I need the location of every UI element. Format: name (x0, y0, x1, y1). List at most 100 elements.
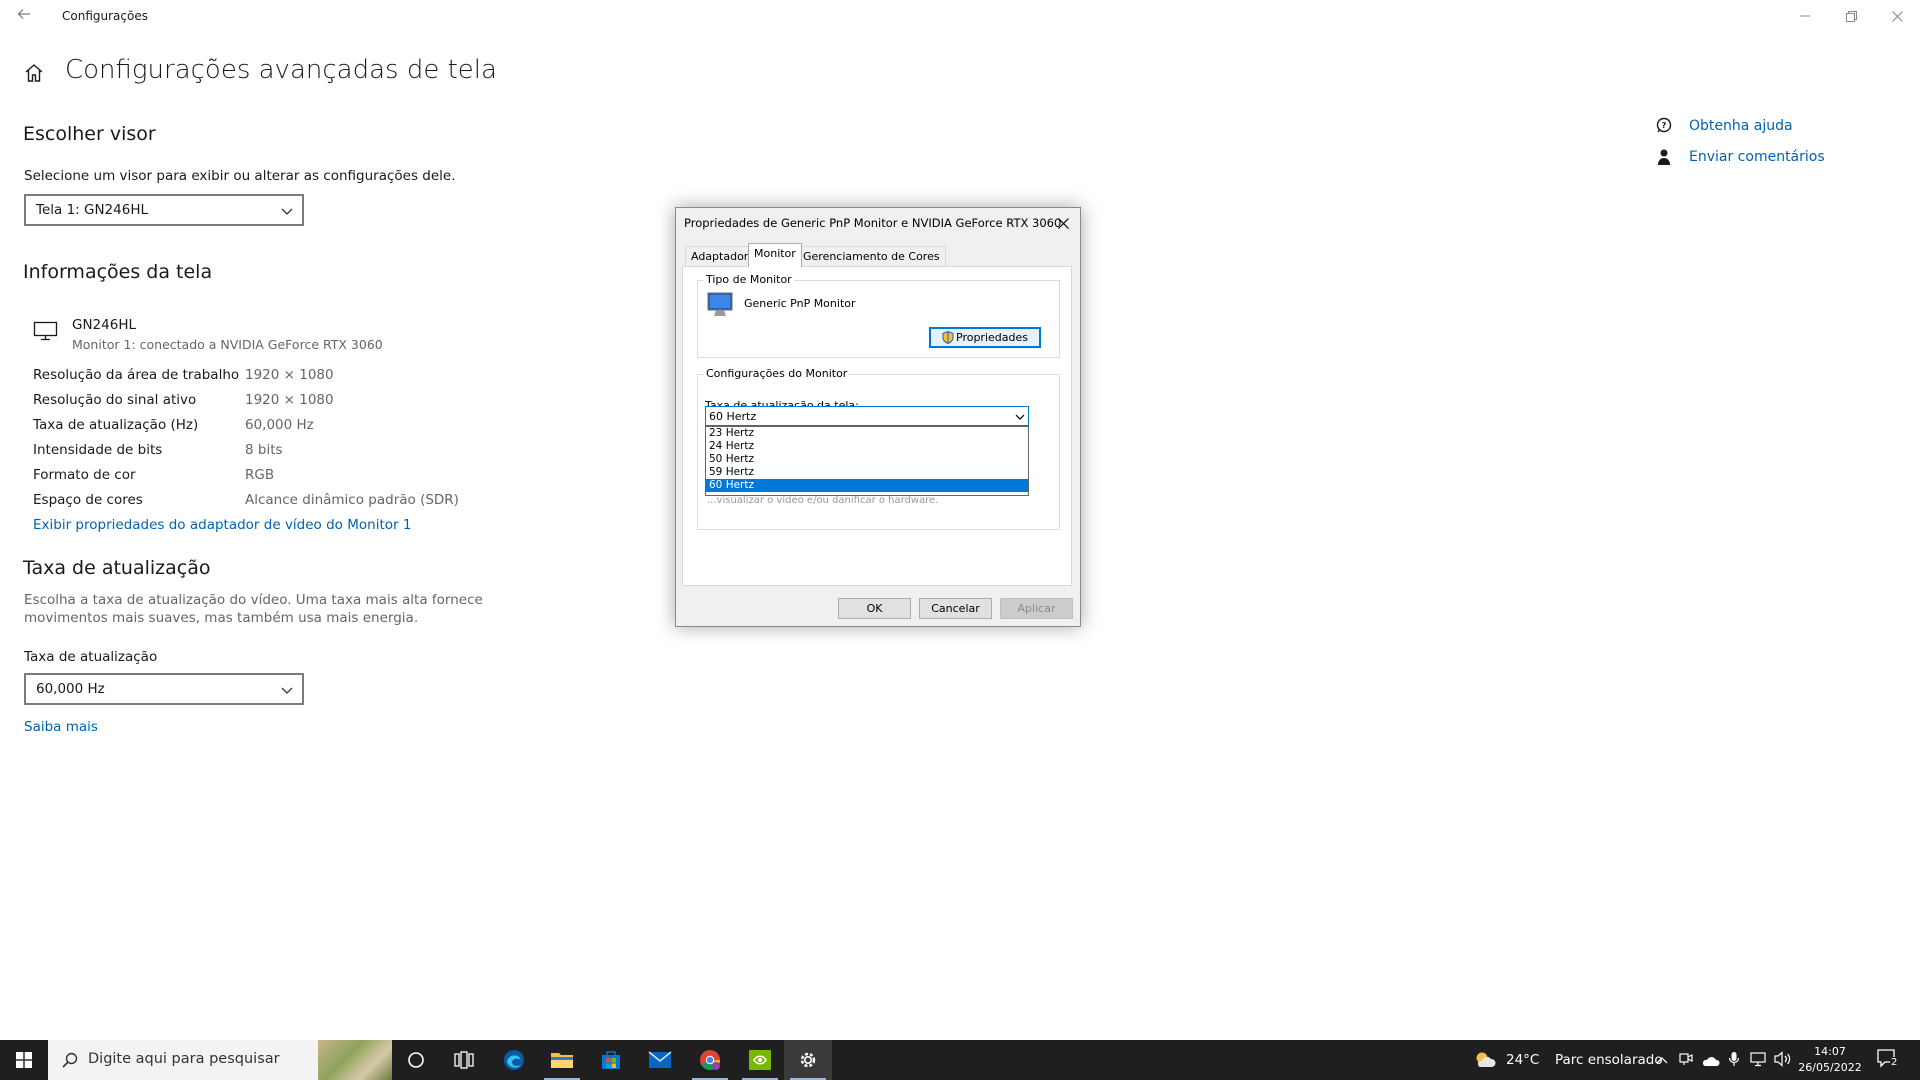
get-help-link[interactable]: ? Obtenha ajuda (1655, 117, 1793, 135)
monitor-device-icon (706, 291, 734, 323)
refresh-option-59[interactable]: 59 Hertz (706, 466, 1028, 479)
title-bar: Configurações (0, 0, 1920, 32)
display-select[interactable]: Tela 1: GN246HL (24, 194, 304, 226)
learn-more-link[interactable]: Saiba mais (24, 719, 98, 735)
clock-time: 14:07 (1814, 1045, 1846, 1058)
page-title: Configurações avançadas de tela (65, 55, 497, 85)
back-arrow-icon[interactable] (12, 4, 36, 28)
settings-icon[interactable] (784, 1040, 832, 1080)
refresh-option-50[interactable]: 50 Hertz (706, 453, 1028, 466)
monitor-name: GN246HL (72, 317, 136, 333)
monitor-properties-button-label: Propriedades (956, 331, 1028, 344)
info-value: 8 bits (245, 442, 283, 458)
info-value: RGB (245, 467, 275, 483)
info-label: Intensidade de bits (33, 442, 163, 458)
clock-date: 26/05/2022 (1798, 1061, 1862, 1074)
send-feedback-link[interactable]: Enviar comentários (1655, 148, 1825, 166)
info-label: Taxa de atualização (Hz) (33, 417, 199, 433)
cancel-button[interactable]: Cancelar (919, 598, 992, 619)
chevron-down-icon (1015, 414, 1025, 420)
network-icon[interactable] (1750, 1051, 1766, 1071)
monitor-type-name: Generic PnP Monitor (744, 297, 856, 310)
taskbar-clock[interactable]: 14:07 26/05/2022 (1795, 1044, 1865, 1076)
monitor-settings-group-label: Configurações do Monitor (704, 367, 850, 380)
help-chat-icon: ? (1656, 117, 1672, 133)
refresh-option-23[interactable]: 23 Hertz (706, 427, 1028, 440)
chrome-icon[interactable] (686, 1040, 734, 1080)
tab-monitor[interactable]: Monitor (748, 243, 802, 267)
screen-refresh-select[interactable]: 60 Hertz (705, 406, 1029, 426)
display-select-value: Tela 1: GN246HL (36, 202, 149, 218)
home-icon[interactable] (23, 62, 45, 84)
monitor-subtitle: Monitor 1: conectado a NVIDIA GeForce RT… (72, 337, 383, 352)
chevron-down-icon (281, 208, 293, 215)
monitor-type-group: Tipo de Monitor Generic PnP Monitor Prop… (697, 273, 1060, 358)
cortana-icon[interactable] (392, 1040, 440, 1080)
window-title: Configurações (62, 9, 148, 23)
task-view-icon[interactable] (440, 1040, 488, 1080)
search-placeholder: Digite aqui para pesquisar (88, 1051, 280, 1067)
refresh-option-60[interactable]: 60 Hertz (706, 479, 1028, 492)
weather-temperature[interactable]: 24°C (1506, 1052, 1539, 1068)
get-help-label: Obtenha ajuda (1689, 118, 1793, 134)
search-icon (62, 1052, 78, 1068)
hidden-warning-text: ...visualizar o vídeo e/ou danificar o h… (707, 495, 939, 506)
info-value: 1920 × 1080 (245, 392, 334, 408)
send-feedback-label: Enviar comentários (1689, 149, 1825, 165)
close-icon[interactable] (1874, 0, 1920, 32)
restore-icon[interactable] (1828, 0, 1874, 32)
notification-center-icon[interactable]: 2 (1876, 1048, 1906, 1072)
info-label: Espaço de cores (33, 492, 143, 508)
uac-shield-icon (942, 331, 954, 344)
refresh-desc-line1: Escolha a taxa de atualização do vídeo. … (24, 592, 483, 608)
info-label: Resolução da área de trabalho (33, 367, 240, 383)
nvidia-icon[interactable] (736, 1040, 784, 1080)
monitor-properties-dialog: Propriedades de Generic PnP Monitor e NV… (675, 207, 1081, 627)
weather-description[interactable]: Parc ensolarado (1555, 1052, 1663, 1068)
dialog-title: Propriedades de Generic PnP Monitor e NV… (684, 216, 1062, 230)
refresh-rate-select[interactable]: 60,000 Hz (24, 673, 304, 705)
notification-count-badge: 2 (1890, 1057, 1899, 1068)
feedback-person-icon (1658, 149, 1670, 165)
weather-icon[interactable] (1474, 1050, 1496, 1074)
monitor-type-group-label: Tipo de Monitor (704, 273, 794, 286)
onedrive-cloud-icon[interactable] (1702, 1052, 1720, 1071)
file-explorer-icon[interactable] (538, 1040, 586, 1080)
taskbar: Digite aqui para pesquisar 24°C Parc ens… (0, 1040, 1920, 1080)
refresh-rate-label: Taxa de atualização (24, 649, 158, 665)
refresh-rate-heading: Taxa de atualização (23, 557, 211, 579)
choose-display-heading: Escolher visor (23, 123, 156, 145)
minimize-icon[interactable] (1782, 0, 1828, 32)
refresh-option-24[interactable]: 24 Hertz (706, 440, 1028, 453)
refresh-desc-line2: movimentos mais suaves, mas também usa m… (24, 610, 419, 626)
choose-display-instruction: Selecione um visor para exibir ou altera… (24, 168, 456, 184)
ok-button[interactable]: OK (838, 598, 911, 619)
screen-refresh-select-value: 60 Hertz (709, 410, 757, 423)
chevron-up-icon[interactable] (1656, 1052, 1668, 1071)
info-value: 60,000 Hz (245, 417, 314, 433)
tab-adaptador[interactable]: Adaptador (685, 246, 755, 266)
info-label: Formato de cor (33, 467, 136, 483)
chevron-down-icon (281, 687, 293, 694)
search-highlight-image (318, 1040, 392, 1080)
mail-icon[interactable] (636, 1040, 684, 1080)
tab-color-management[interactable]: Gerenciamento de Cores (797, 246, 946, 266)
dialog-close-icon[interactable] (1052, 212, 1074, 234)
display-info-heading: Informações da tela (23, 261, 213, 283)
microphone-icon[interactable] (1728, 1051, 1740, 1071)
apply-button[interactable]: Aplicar (1000, 598, 1073, 619)
refresh-rate-select-value: 60,000 Hz (36, 681, 105, 697)
meet-now-icon[interactable] (1679, 1051, 1693, 1071)
adapter-properties-link[interactable]: Exibir propriedades do adaptador de víde… (33, 517, 411, 533)
monitor-icon (33, 320, 59, 346)
info-value: Alcance dinâmico padrão (SDR) (245, 492, 459, 508)
info-value: 1920 × 1080 (245, 367, 334, 383)
edge-icon[interactable] (490, 1040, 538, 1080)
volume-icon[interactable] (1774, 1051, 1792, 1071)
info-label: Resolução do sinal ativo (33, 392, 197, 408)
windows-start-icon[interactable] (0, 1040, 48, 1080)
refresh-options-list: 23 Hertz 24 Hertz 50 Hertz 59 Hertz 60 H… (705, 426, 1029, 496)
store-icon[interactable] (587, 1040, 635, 1080)
monitor-properties-button[interactable]: Propriedades (929, 327, 1041, 348)
svg-text:?: ? (1662, 121, 1667, 130)
